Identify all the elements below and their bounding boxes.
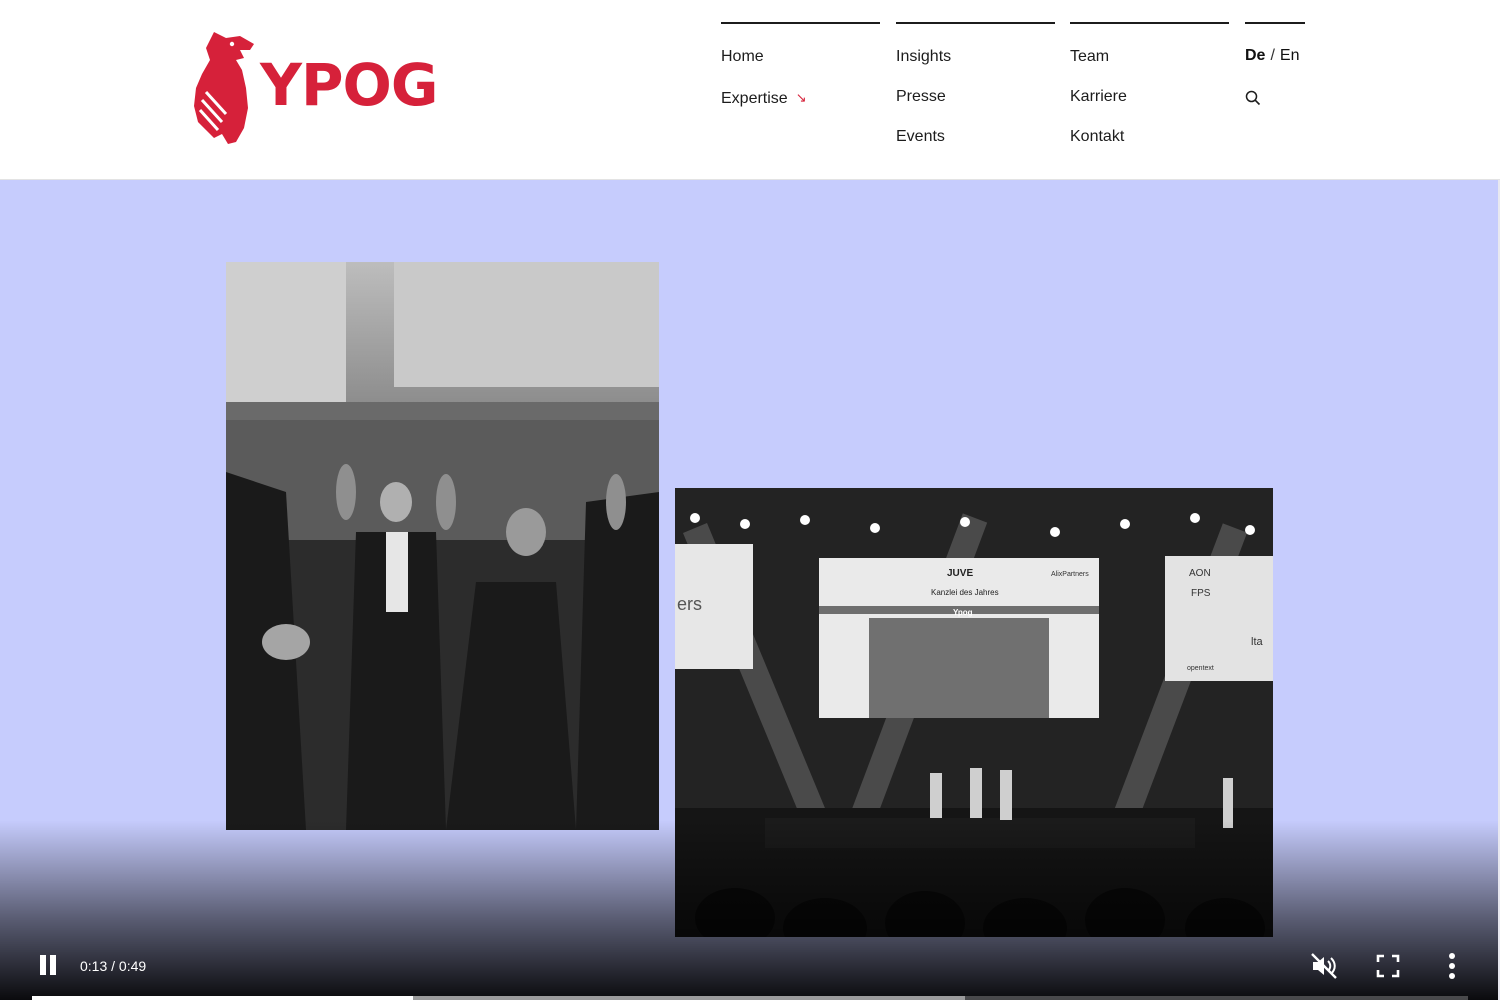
site-header: YPOG Home Expertise ↘ Insights Presse Eve… (0, 0, 1500, 180)
nav-expertise[interactable]: Expertise ↘ (721, 90, 807, 108)
nav-events[interactable]: Events (896, 128, 945, 146)
party-dance-image (226, 262, 659, 830)
nav-kontakt[interactable]: Kontakt (1070, 128, 1124, 146)
award-stage-image (675, 488, 1273, 937)
nav-column-1: Home Expertise ↘ (721, 22, 880, 107)
pause-icon-bar (50, 955, 56, 975)
stage-sponsor-label: AlixPartners (1051, 571, 1089, 578)
more-vertical-icon[interactable] (1440, 951, 1464, 981)
pause-icon (40, 955, 46, 975)
stage-side-text: ers (677, 594, 703, 614)
stage-winner: Ypog (953, 608, 973, 617)
video-played-bar (32, 996, 413, 1000)
video-progress-bar[interactable] (32, 996, 1468, 1000)
sponsor-fps: FPS (1191, 588, 1211, 599)
fullscreen-icon[interactable] (1375, 953, 1401, 979)
nav-column-2: Insights Presse Events (896, 22, 1055, 145)
stage-award-title: Kanzlei des Jahres (931, 588, 999, 597)
eagle-logo-icon (194, 32, 254, 144)
nav-expertise-label: Expertise (721, 90, 788, 107)
sponsor-lta: lta (1251, 636, 1263, 648)
search-icon[interactable] (1245, 90, 1261, 106)
arrow-down-right-icon: ↘ (795, 90, 807, 105)
video-controls: 0:13 / 0:49 (0, 940, 1500, 1000)
nav-karriere[interactable]: Karriere (1070, 88, 1127, 106)
lang-en[interactable]: En (1280, 47, 1300, 64)
language-switcher: De / En (1245, 47, 1299, 65)
lang-de[interactable]: De (1245, 47, 1265, 64)
ypog-logo[interactable]: YPOG (192, 30, 452, 148)
logo-wordmark: YPOG (260, 51, 438, 119)
nav-home[interactable]: Home (721, 48, 764, 66)
stage-juve-label: JUVE (947, 568, 974, 579)
mute-icon[interactable] (1309, 951, 1339, 981)
award-stage-photo: ers JUVE AlixPartners Kanzlei des Jahres… (675, 488, 1273, 937)
video-player[interactable]: ers JUVE AlixPartners Kanzlei des Jahres… (0, 180, 1500, 1000)
lang-separator: / (1270, 47, 1275, 64)
sponsor-aon: AON (1189, 568, 1211, 579)
video-time: 0:13 / 0:49 (80, 958, 147, 974)
sponsor-opentext: opentext (1187, 665, 1214, 672)
nav-team[interactable]: Team (1070, 48, 1109, 66)
pause-button[interactable] (38, 955, 58, 977)
nav-presse[interactable]: Presse (896, 88, 946, 106)
party-dance-photo (226, 262, 659, 830)
nav-insights[interactable]: Insights (896, 48, 951, 66)
nav-column-4: De / En (1245, 22, 1305, 106)
nav-column-3: Team Karriere Kontakt (1070, 22, 1229, 145)
